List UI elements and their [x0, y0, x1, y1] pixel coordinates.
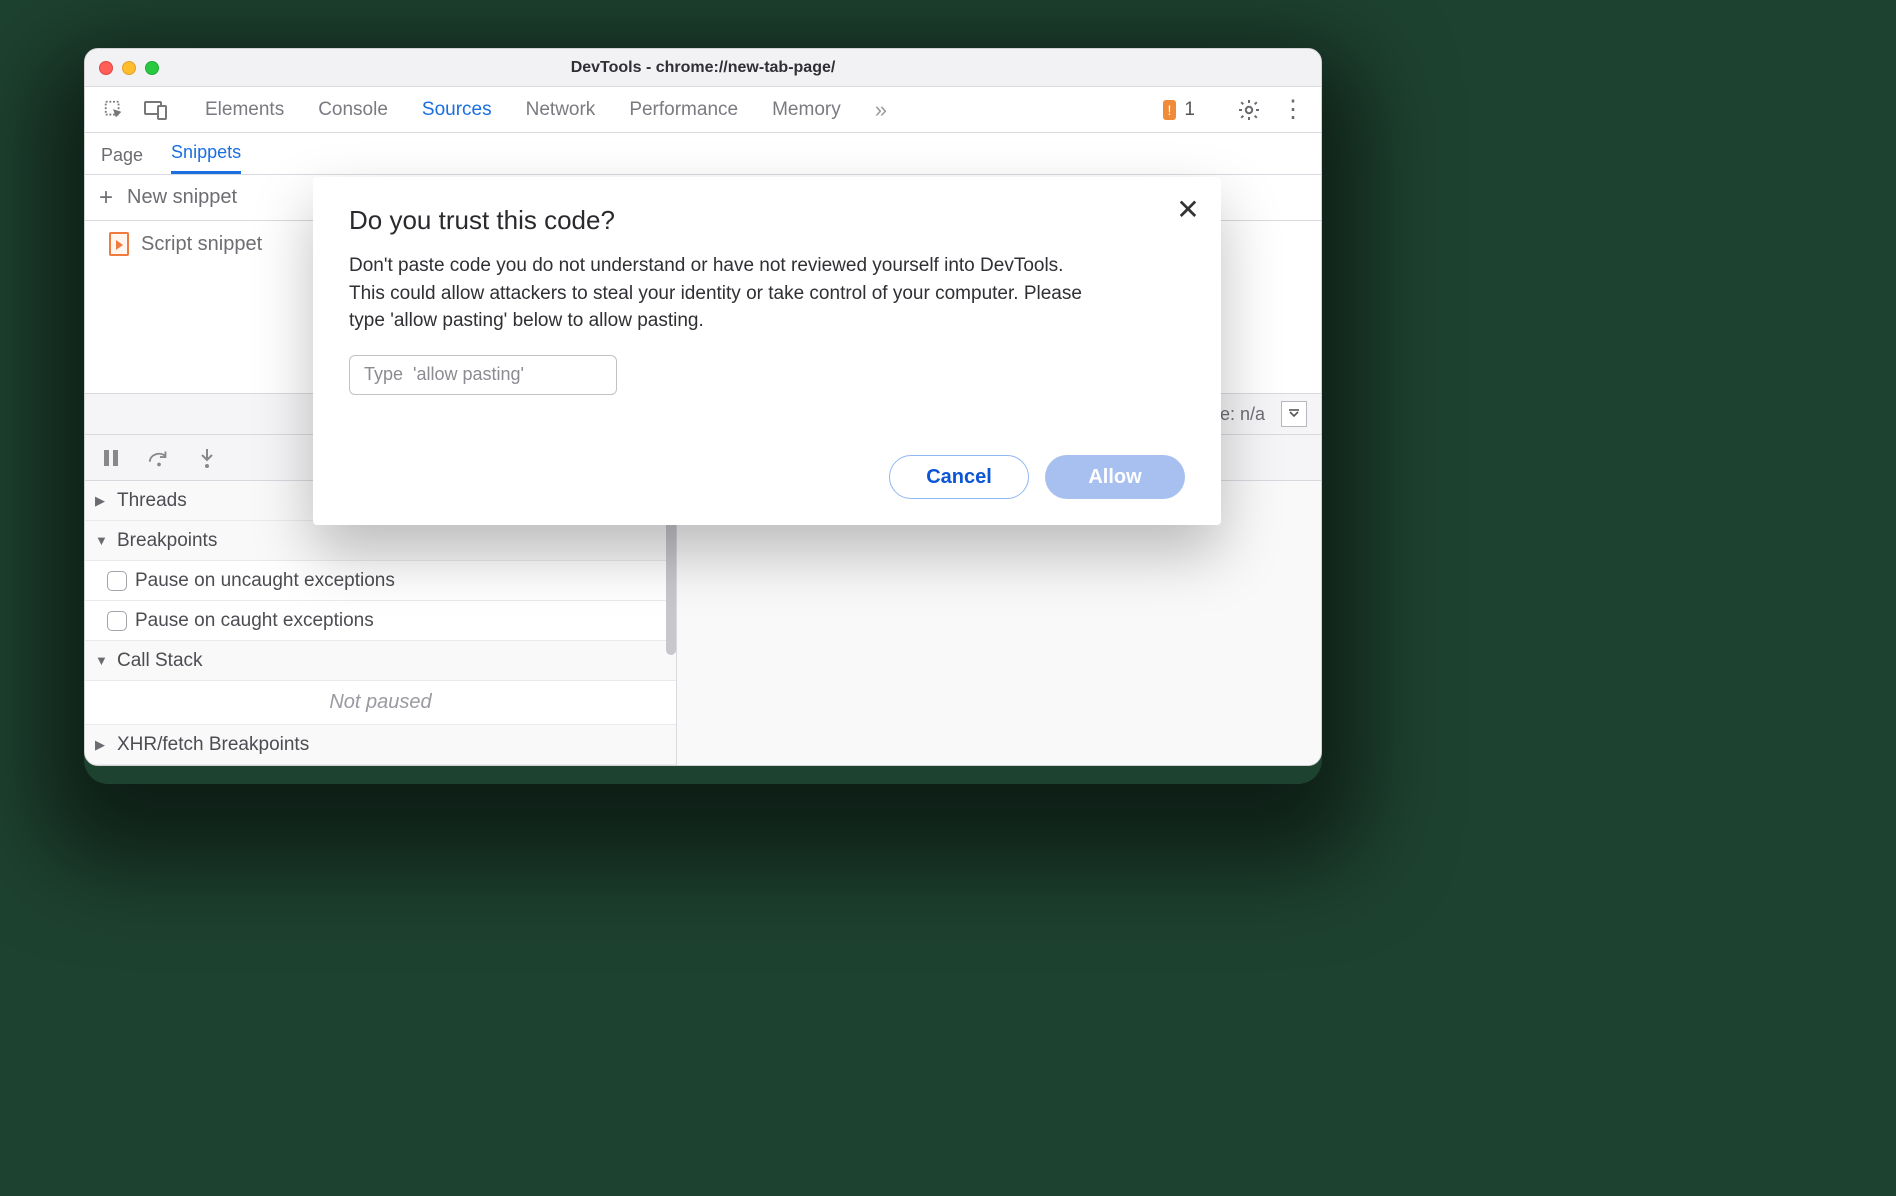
window-close-button[interactable]	[99, 61, 113, 75]
snippet-file-icon	[109, 232, 129, 256]
traffic-lights	[99, 61, 159, 75]
checkbox-pause-uncaught[interactable]: Pause on uncaught exceptions	[85, 561, 676, 601]
chevron-down-icon: ▼	[95, 653, 109, 668]
tab-console[interactable]: Console	[318, 99, 388, 121]
tab-memory[interactable]: Memory	[772, 99, 841, 121]
settings-gear-icon[interactable]	[1237, 98, 1261, 122]
pause-caught-label: Pause on caught exceptions	[135, 610, 374, 632]
window-minimize-button[interactable]	[122, 61, 136, 75]
dialog-close-icon[interactable]: ✕	[1173, 193, 1203, 226]
checkbox-pause-caught[interactable]: Pause on caught exceptions	[85, 601, 676, 641]
chevron-down-icon: ▼	[95, 533, 109, 548]
tab-elements[interactable]: Elements	[205, 99, 284, 121]
checkbox-icon[interactable]	[107, 571, 127, 591]
step-into-icon[interactable]	[195, 446, 219, 470]
new-snippet-label: New snippet	[127, 186, 237, 209]
chevron-right-icon: ▶	[95, 493, 109, 509]
step-over-icon[interactable]	[147, 446, 171, 470]
tab-performance[interactable]: Performance	[629, 99, 738, 121]
sources-subtabs: Page Snippets	[85, 133, 1321, 175]
section-xhr-breakpoints[interactable]: ▶ XHR/fetch Breakpoints	[85, 725, 676, 765]
warning-count: 1	[1184, 99, 1195, 121]
cancel-button[interactable]: Cancel	[889, 455, 1029, 499]
tabs-overflow-icon[interactable]: »	[875, 97, 887, 123]
call-stack-not-paused: Not paused	[85, 681, 676, 725]
section-breakpoints-label: Breakpoints	[117, 530, 217, 552]
device-toggle-icon[interactable]	[143, 97, 169, 123]
tab-network[interactable]: Network	[526, 99, 596, 121]
section-call-stack-label: Call Stack	[117, 650, 203, 672]
window-zoom-button[interactable]	[145, 61, 159, 75]
subtab-page[interactable]: Page	[101, 145, 143, 174]
plus-icon: +	[99, 186, 113, 210]
window-title: DevTools - chrome://new-tab-page/	[571, 59, 836, 77]
section-call-stack[interactable]: ▼ Call Stack	[85, 641, 676, 681]
pause-icon[interactable]	[99, 446, 123, 470]
devtools-window: DevTools - chrome://new-tab-page/ Elemen…	[84, 48, 1322, 766]
chevron-right-icon: ▶	[95, 737, 109, 753]
allow-button[interactable]: Allow	[1045, 455, 1185, 499]
coverage-dropdown-icon[interactable]	[1281, 401, 1307, 427]
inspect-element-icon[interactable]	[101, 97, 127, 123]
section-threads-label: Threads	[117, 490, 187, 512]
subtab-snippets[interactable]: Snippets	[171, 142, 241, 174]
dialog-title: Do you trust this code?	[349, 205, 1185, 236]
warning-badge-icon[interactable]: !	[1163, 100, 1177, 120]
checkbox-icon[interactable]	[107, 611, 127, 631]
kebab-menu-icon[interactable]: ⋮	[1281, 104, 1305, 116]
section-xhr-label: XHR/fetch Breakpoints	[117, 734, 309, 756]
dialog-body: Don't paste code you do not understand o…	[349, 252, 1099, 335]
devtools-tab-strip: Elements Console Sources Network Perform…	[85, 87, 1321, 133]
allow-pasting-input[interactable]	[349, 355, 617, 395]
window-titlebar: DevTools - chrome://new-tab-page/	[85, 49, 1321, 87]
pause-uncaught-label: Pause on uncaught exceptions	[135, 570, 395, 592]
section-breakpoints[interactable]: ▼ Breakpoints	[85, 521, 676, 561]
snippet-item-label: Script snippet	[141, 233, 262, 256]
trust-code-dialog: ✕ Do you trust this code? Don't paste co…	[313, 177, 1221, 525]
tab-sources[interactable]: Sources	[422, 99, 492, 121]
